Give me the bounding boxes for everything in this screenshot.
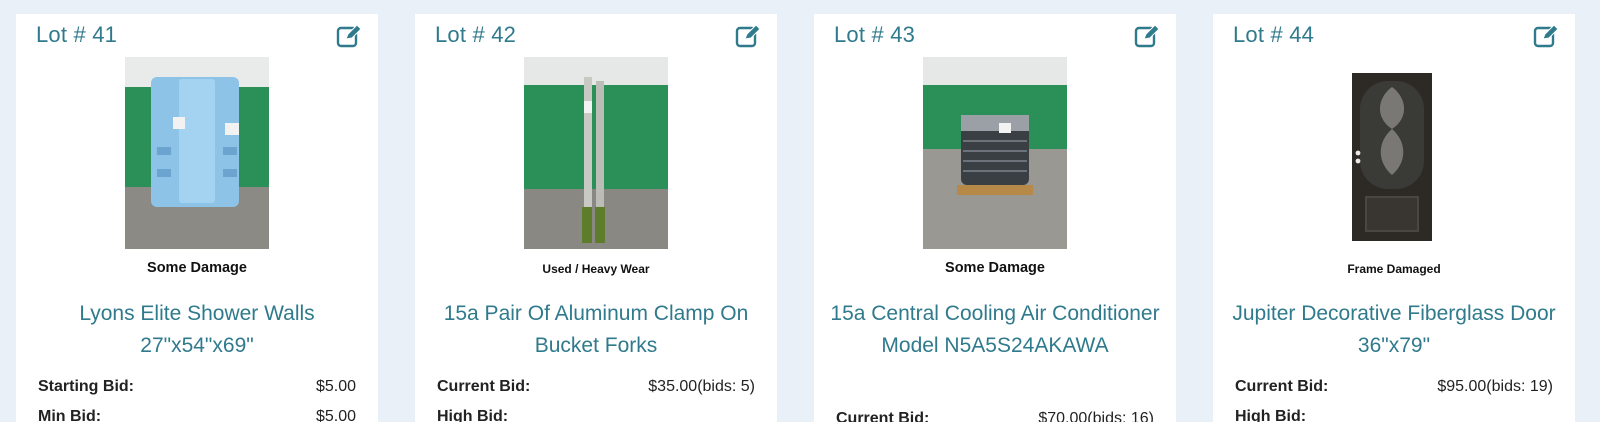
next-bid-row: Min Bid: $5.00 (38, 408, 356, 422)
lot-card[interactable]: Lot # 43 Some Damage 15a Central Cooling… (814, 14, 1176, 422)
bid-label: Current Bid: (836, 410, 930, 422)
fiberglass-door-photo[interactable] (1322, 57, 1466, 249)
bid-row: Current Bid: $95.00(bids: 19) (1235, 378, 1553, 396)
next-bid-label: High Bid: (437, 408, 509, 422)
lot-number: Lot # 41 (36, 22, 118, 47)
lot-number: Lot # 42 (435, 22, 517, 47)
edit-icon[interactable] (1134, 23, 1160, 49)
bid-label: Current Bid: (437, 378, 531, 395)
lot-title-link[interactable]: Lyons Elite Shower Walls 27"x54"x69" (26, 298, 368, 362)
lot-number: Lot # 43 (834, 22, 916, 47)
bid-label: Starting Bid: (38, 378, 134, 395)
lot-grid: Lot # 41 Some Damage Lyons Elite Shower … (0, 0, 1600, 422)
lot-title-link[interactable]: 15a Central Cooling Air Conditioner Mode… (824, 298, 1166, 362)
lot-card[interactable]: Lot # 44 Frame Damaged Jupiter Decorativ… (1213, 14, 1575, 422)
bid-row: Current Bid: $35.00(bids: 5) (437, 378, 755, 396)
lot-card[interactable]: Lot # 42 Used / Heavy Wear 15a Pair Of A… (415, 14, 777, 422)
bid-value: $70.00(bids: 16) (1038, 410, 1154, 422)
condition-label: Some Damage (945, 260, 1045, 276)
next-bid-label: High Bid: (1235, 408, 1307, 422)
edit-icon[interactable] (336, 23, 362, 49)
bid-value: $95.00(bids: 19) (1437, 378, 1553, 395)
edit-icon[interactable] (735, 23, 761, 49)
lot-title-link[interactable]: Jupiter Decorative Fiberglass Door 36"x7… (1223, 298, 1565, 362)
next-bid-value: $5.00 (315, 408, 356, 422)
bid-row: Starting Bid: $5.00 (38, 378, 356, 396)
lot-title-link[interactable]: 15a Pair Of Aluminum Clamp On Bucket For… (425, 298, 767, 362)
air-conditioner-photo[interactable] (923, 57, 1067, 249)
bid-label: Current Bid: (1235, 378, 1329, 395)
bucket-forks-photo[interactable] (524, 57, 668, 249)
next-bid-row: High Bid: (1235, 408, 1553, 422)
lot-card[interactable]: Lot # 41 Some Damage Lyons Elite Shower … (16, 14, 378, 422)
next-bid-label: Min Bid: (38, 408, 102, 422)
next-bid-row: High Bid: (437, 408, 755, 422)
edit-icon[interactable] (1533, 23, 1559, 49)
condition-label: Used / Heavy Wear (542, 262, 650, 276)
lot-number: Lot # 44 (1233, 22, 1315, 47)
shower-walls-photo[interactable] (125, 57, 269, 249)
condition-label: Frame Damaged (1347, 262, 1441, 276)
bid-row: Current Bid: $70.00(bids: 16) (836, 410, 1154, 422)
condition-label: Some Damage (147, 260, 247, 276)
bid-value: $5.00 (315, 378, 356, 395)
bid-value: $35.00(bids: 5) (648, 378, 755, 395)
